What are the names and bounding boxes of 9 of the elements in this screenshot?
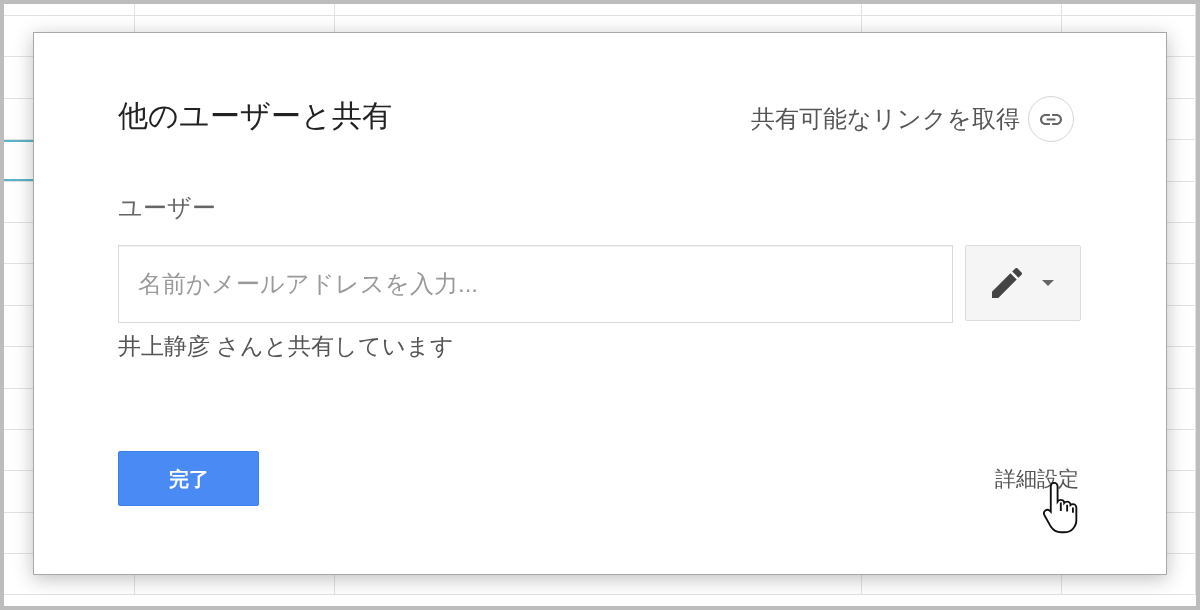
- caret-icon: [1041, 280, 1054, 286]
- shared-with-text: 井上静彦 さんと共有しています: [118, 332, 455, 361]
- permission-dropdown-button[interactable]: [964, 245, 1081, 321]
- invite-input-field[interactable]: 名前かメールアドレスを入力...: [118, 245, 953, 323]
- dialog-title: 他のユーザーと共有: [118, 98, 392, 134]
- link-icon: [1028, 96, 1074, 142]
- pencil-icon: [991, 268, 1022, 298]
- users-label: ユーザー: [118, 193, 216, 223]
- get-link-button[interactable]: 共有可能なリンクを取得: [751, 96, 1074, 142]
